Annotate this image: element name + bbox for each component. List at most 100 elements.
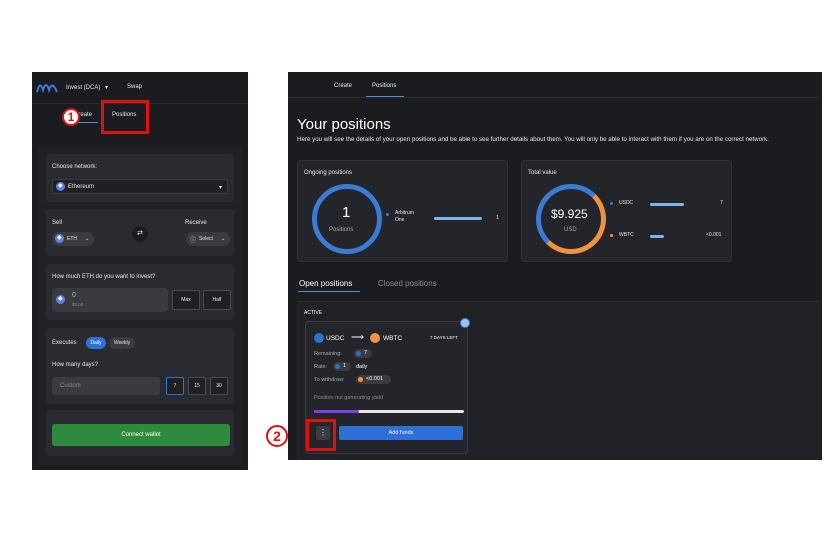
remaining-chip: 7 [354,349,372,358]
wbtc-icon [370,333,380,343]
usdc-value: 7 [720,200,723,206]
positions-sublabel: Positions [329,227,354,233]
sell-label: Sell [52,220,63,226]
rate-label: Rate: [314,364,328,370]
total-value-amount: $9.925 [551,207,588,221]
days-left: 7 DAYS LEFT [430,335,458,340]
usdc-legend-label: USDC [619,200,634,206]
wbtc-bar [650,235,664,238]
usdc-icon [314,333,324,343]
progress-fill [314,410,359,413]
total-value-currency: USD [564,227,577,233]
nav-invest-dca[interactable]: Invest (DCA) ▾ [66,84,108,91]
days-option-30[interactable]: 30 [210,377,228,395]
withdraw-chip: <0.001 [356,375,391,384]
receive-select-label: Select [199,236,213,242]
to-token: WBTC [383,335,403,342]
ethereum-icon [56,182,65,191]
amount-usd: $0.00 [72,302,84,307]
withdraw-label: To withdraw: [314,377,345,383]
chevron-down-icon: ▾ [105,85,109,91]
tab-positions[interactable]: Positions [372,83,396,89]
total-value-card: Total value $9.925 USD USDC 7 WBTC <0.00… [521,160,732,262]
page-title: Your positions [297,116,391,133]
usdc-icon [356,351,361,356]
receive-token-select[interactable]: ⓘ Select ⌄ [186,232,230,246]
network-card: Choose network: Ethereum ▾ [46,154,234,202]
network-label: Choose network: [52,164,98,170]
network-value: Ethereum [68,184,95,190]
days-option-7[interactable]: 7 [166,377,184,395]
executes-label: Executes [52,340,77,346]
days-option-15[interactable]: 15 [188,377,206,395]
withdraw-value: <0.001 [366,376,383,382]
step-marker-2: 2 [266,425,288,447]
tab-create[interactable]: Create [334,83,352,89]
wbtc-icon [358,377,363,382]
total-value-label: Total value [528,170,557,176]
tab-positions-underline [366,96,404,97]
frequency-card: Executes Daily Weekly How many days? Cus… [46,328,234,404]
page-description: Here you will see the details of your op… [297,136,769,143]
max-button[interactable]: Max [172,290,200,310]
help-circle-icon: ⓘ [190,238,197,244]
invest-amount-card: How much ETH do you want to invest? 0 $0… [46,264,234,320]
add-funds-button[interactable]: Add funds [339,426,463,440]
amount-value: 0 [72,292,76,299]
arrow-right-icon: ⟶ [351,332,364,342]
from-token: USDC [326,335,345,342]
mean-finance-logo-icon [36,84,58,94]
rate-value: 1 [343,363,347,369]
wbtc-value: <0.001 [706,232,722,238]
ongoing-positions-label: Ongoing positions [304,170,353,176]
chevron-down-icon: ⌄ [85,236,90,242]
nav-swap[interactable]: Swap [127,84,142,90]
custom-days-placeholder: Custom [60,383,81,389]
tab-open-underline [298,291,360,292]
step-marker-1: 1 [62,108,80,126]
yield-note: Position not generating yield [314,395,384,401]
usdc-icon [335,364,340,369]
sell-token-select[interactable]: ETH ⌄ [52,232,94,246]
daily-toggle[interactable]: Daily [86,337,106,349]
tab-closed-positions[interactable]: Closed positions [378,279,437,288]
switch-tokens-icon[interactable]: ⇄ [132,226,148,242]
positions-count: 1 [342,204,351,221]
network-select[interactable]: Ethereum ▾ [52,179,228,194]
custom-days-input[interactable]: Custom [52,377,160,395]
highlight-box-positions-tab [101,100,149,134]
usdc-legend-dot [610,202,613,205]
usdc-bar [650,203,684,206]
rate-suffix: daily [356,364,368,370]
invest-amount-label: How much ETH do you want to invest? [52,274,156,280]
chevron-down-icon: ⌄ [221,236,226,242]
create-form: Choose network: Ethereum ▾ Sell ETH ⌄ ⇄ … [38,148,242,466]
remaining-value: 7 [364,350,368,356]
highlight-box-more-options [306,419,336,451]
progress-track [314,410,464,413]
weekly-toggle[interactable]: Weekly [109,337,135,349]
wbtc-legend-dot [610,234,613,237]
ongoing-positions-card: Ongoing positions 1 Positions Arbitrum O… [297,160,508,262]
positions-panel: Create Positions Your positions Here you… [288,72,822,460]
connect-wallet-button[interactable]: Connect wallet [52,424,230,446]
sell-token-label: ETH [67,236,77,242]
tab-open-positions[interactable]: Open positions [299,279,352,288]
network-bar [434,217,482,220]
rate-chip: 1 [333,362,351,371]
active-label: ACTIVE [304,310,323,316]
arbitrum-network-icon [460,318,470,328]
chevron-down-icon: ▾ [219,185,223,191]
days-label: How many days? [52,362,99,368]
network-count: 1 [496,215,499,221]
nav-invest-label: Invest (DCA) [66,85,101,91]
ethereum-icon [55,234,64,243]
remaining-label: Remaining: [314,351,342,357]
ethereum-icon [56,295,65,304]
amount-input[interactable]: 0 $0.00 [52,288,168,312]
receive-label: Receive [185,220,207,226]
half-button[interactable]: Half [203,290,231,310]
legend-dot [386,213,389,216]
wbtc-legend-label: WBTC [619,232,634,238]
positions-topbar [288,72,822,98]
